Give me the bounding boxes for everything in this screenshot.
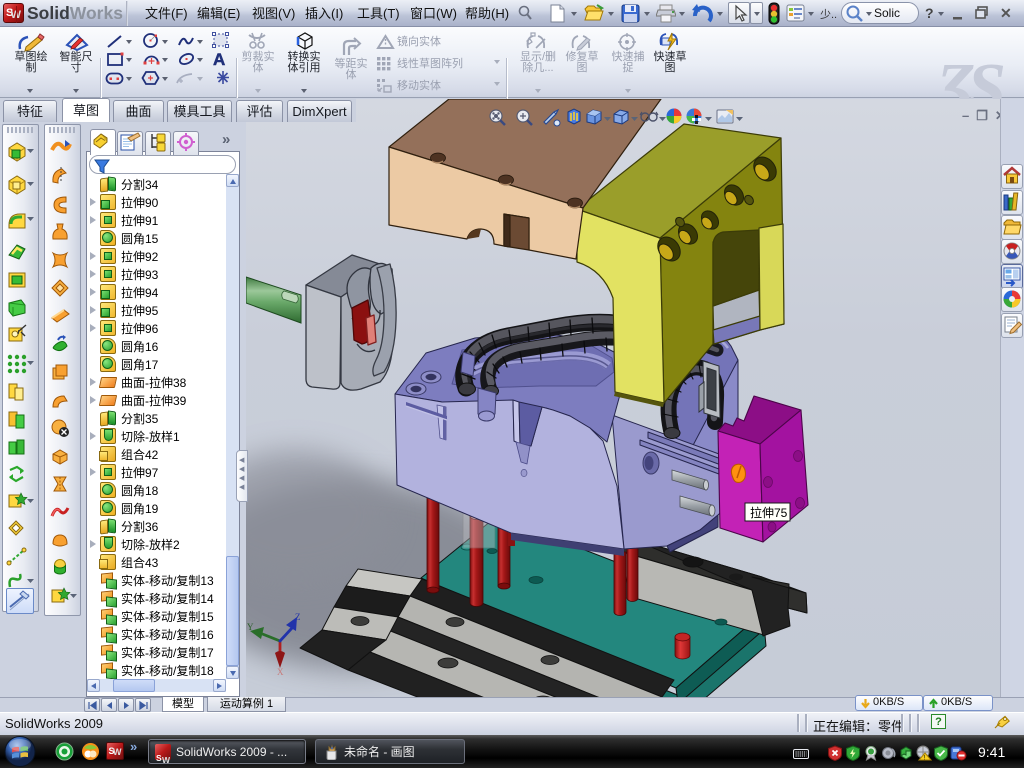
svg-text:键盘: 键盘 [795,748,805,749]
svg-text:Z: Z [295,612,301,622]
svg-text:Y: Y [247,622,254,632]
svg-text:拉伸75: 拉伸75 [750,505,788,520]
svg-text:X: X [277,667,284,677]
